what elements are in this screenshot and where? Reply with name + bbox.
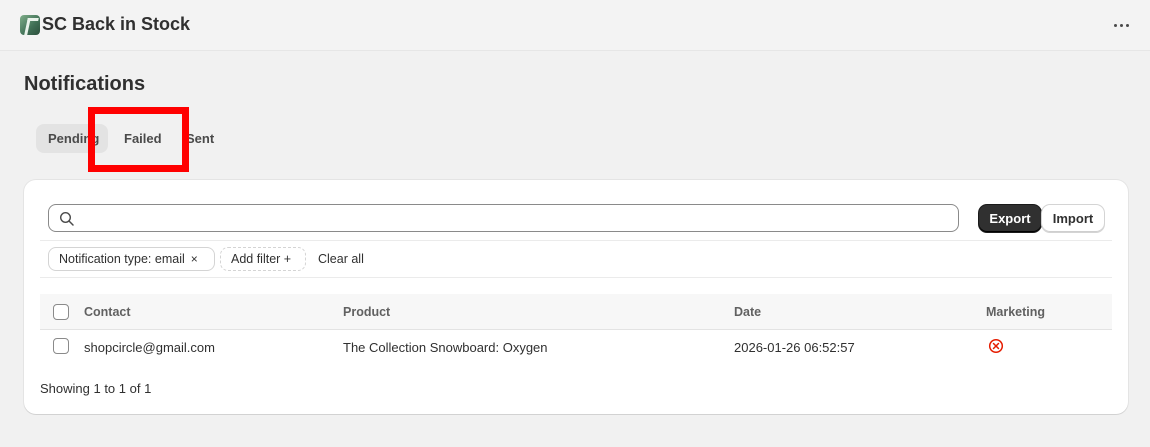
- tab-failed[interactable]: Failed: [112, 124, 174, 153]
- more-actions-button[interactable]: [1110, 14, 1132, 36]
- column-header-date[interactable]: Date: [734, 305, 761, 319]
- clear-all-button[interactable]: Clear all: [318, 252, 364, 266]
- add-filter-button[interactable]: Add filter +: [220, 247, 306, 271]
- table-header: Contact Product Date Marketing: [40, 294, 1112, 330]
- date-cell: 2026-01-26 06:52:57: [734, 340, 855, 355]
- circle-x-icon: [988, 338, 1004, 354]
- close-icon[interactable]: ×: [191, 252, 198, 266]
- table-row[interactable]: shopcircle@gmail.com The Collection Snow…: [40, 330, 1112, 364]
- app-title: SC Back in Stock: [42, 14, 191, 34]
- column-header-marketing[interactable]: Marketing: [986, 305, 1045, 319]
- tab-pending[interactable]: Pending: [36, 124, 108, 153]
- row-checkbox[interactable]: [53, 338, 69, 354]
- tab-sent[interactable]: Sent: [174, 124, 226, 153]
- column-header-contact[interactable]: Contact: [84, 305, 131, 319]
- notifications-card: Export Import Notification type: email × …: [24, 180, 1128, 414]
- search-icon: [59, 211, 74, 226]
- app-header: SC Back in Stock: [0, 0, 1150, 51]
- filter-chip-notification-type[interactable]: Notification type: email ×: [48, 247, 215, 271]
- page-title: Notifications: [24, 73, 146, 95]
- search-input[interactable]: [48, 204, 959, 232]
- pagination-summary: Showing 1 to 1 of 1: [40, 381, 152, 396]
- filter-chip-label: Notification type: email: [59, 252, 185, 266]
- import-button[interactable]: Import: [1042, 205, 1104, 232]
- divider: [40, 240, 1112, 241]
- product-cell: The Collection Snowboard: Oxygen: [343, 340, 548, 355]
- more-horizontal-icon: [1113, 23, 1117, 27]
- column-header-product[interactable]: Product: [343, 305, 390, 319]
- select-all-checkbox[interactable]: [53, 304, 69, 320]
- contact-cell: shopcircle@gmail.com: [84, 340, 215, 355]
- app-logo-icon: [20, 15, 40, 35]
- export-button[interactable]: Export: [979, 205, 1041, 232]
- divider: [40, 277, 1112, 278]
